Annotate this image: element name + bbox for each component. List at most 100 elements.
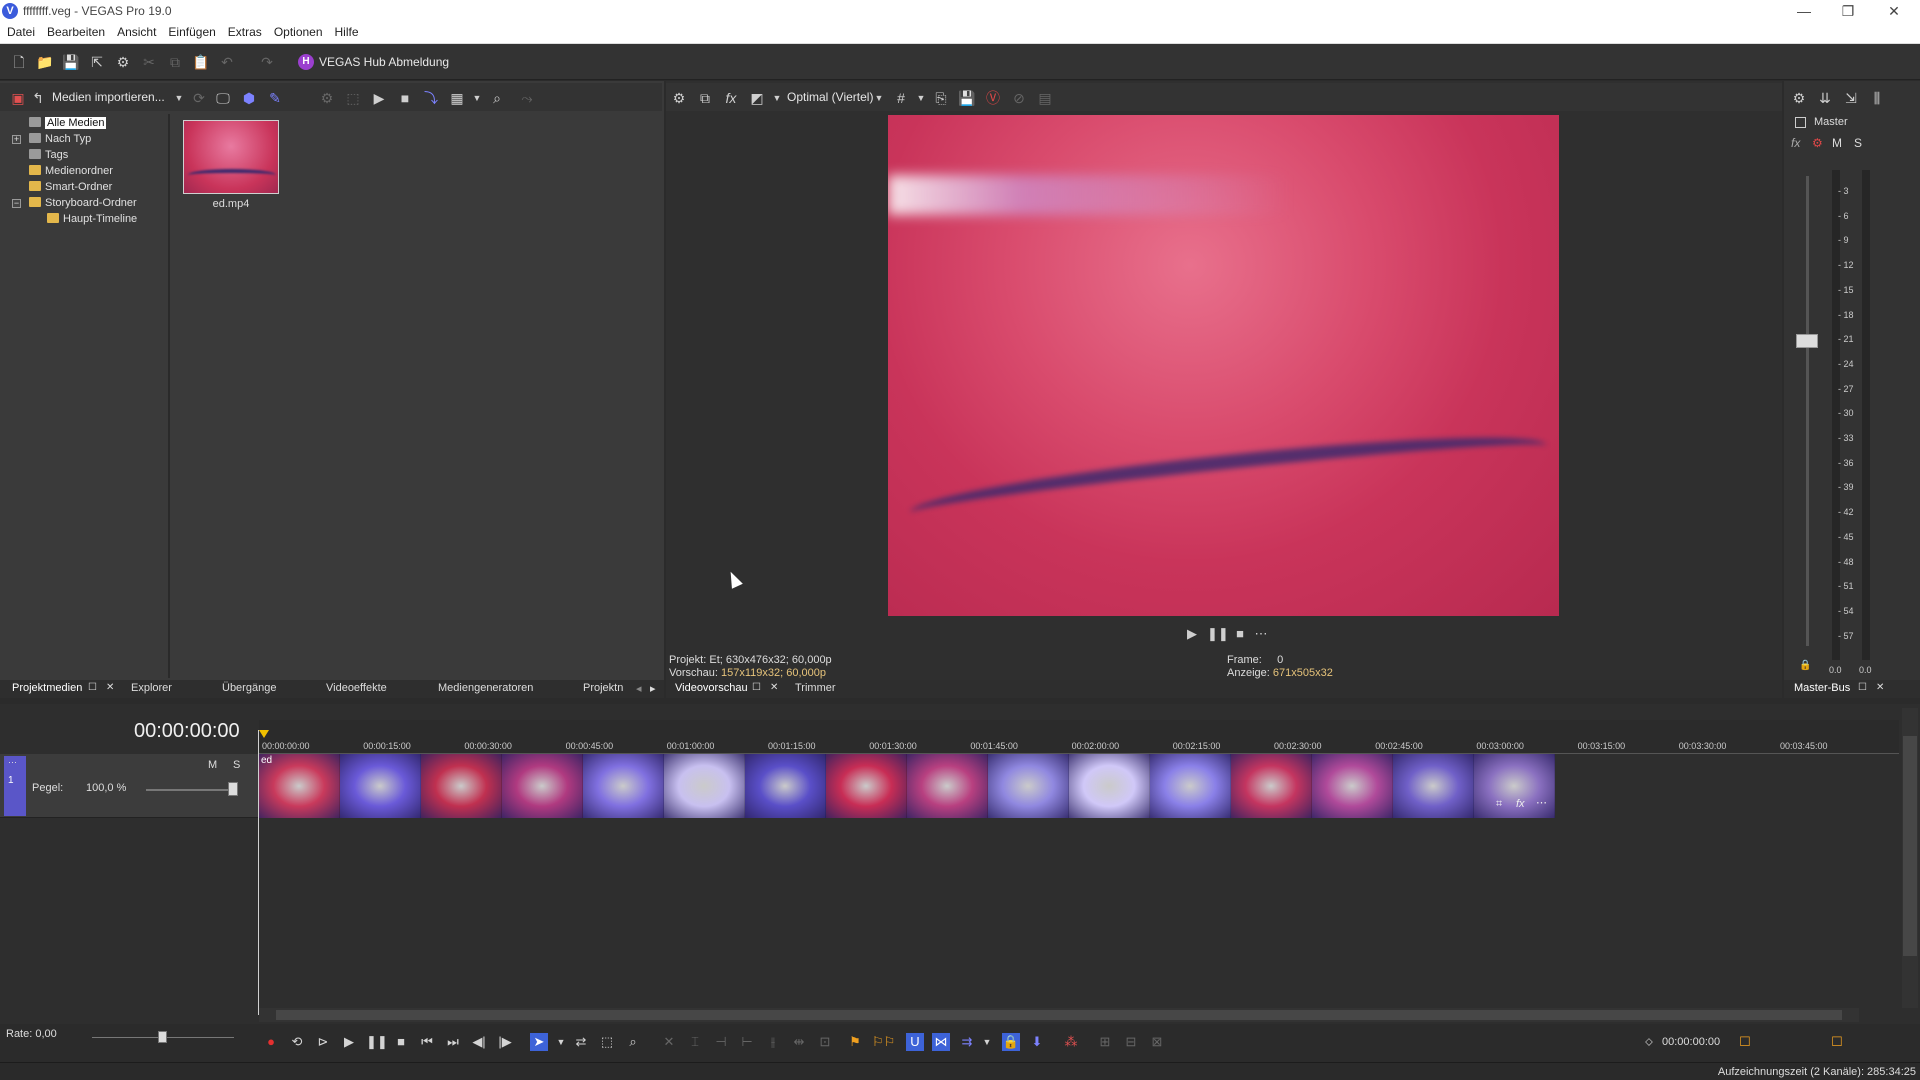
preview-quality-dropdown[interactable]: Optimal (Viertel) bbox=[787, 90, 873, 104]
ripple-icon[interactable]: ⇹ bbox=[790, 1033, 808, 1051]
views-chevron-down-icon[interactable]: ▼ bbox=[468, 89, 486, 107]
media-settings-icon[interactable]: ⚙ bbox=[318, 89, 336, 107]
vegas-v-icon[interactable]: Ⓥ bbox=[984, 89, 1002, 107]
clip-more-icon[interactable]: ⋯ bbox=[1536, 796, 1547, 809]
lock-envelopes-icon[interactable]: ⊡ bbox=[816, 1033, 834, 1051]
collapse-icon[interactable]: − bbox=[12, 199, 21, 208]
chevron-down-icon[interactable]: ▼ bbox=[170, 89, 188, 107]
media-view-icon[interactable]: ↰ bbox=[29, 89, 47, 107]
normal-edit-tool-icon[interactable]: ➤ bbox=[530, 1033, 548, 1051]
external-monitor-icon[interactable]: ⧉ bbox=[696, 89, 714, 107]
selection-tool-icon[interactable]: ⬚ bbox=[598, 1033, 616, 1051]
render-icon[interactable]: ⇱ bbox=[88, 53, 106, 71]
video-clip[interactable] bbox=[259, 754, 1555, 818]
play-icon[interactable]: ▶ bbox=[340, 1033, 358, 1051]
split-screen-icon[interactable]: ◩ bbox=[748, 89, 766, 107]
split-icon[interactable]: ⫲ bbox=[764, 1033, 782, 1051]
capture-icon[interactable]: ⟳ bbox=[190, 89, 208, 107]
media-play-icon[interactable]: ▶ bbox=[370, 89, 388, 107]
track-solo-button[interactable]: S bbox=[233, 759, 240, 771]
pegel-slider-handle[interactable] bbox=[228, 782, 238, 796]
zoom-tool-icon[interactable]: ⌕ bbox=[624, 1033, 642, 1051]
downmix-icon[interactable]: ⇊ bbox=[1816, 89, 1834, 107]
disabled-tool-a-icon[interactable]: ⊞ bbox=[1096, 1033, 1114, 1051]
timeline-hscroll-thumb[interactable] bbox=[276, 1010, 1842, 1020]
save-snapshot-icon[interactable]: 💾 bbox=[958, 89, 976, 107]
menu-einfuegen[interactable]: Einfügen bbox=[161, 22, 220, 39]
save-icon[interactable]: 💾 bbox=[62, 53, 80, 71]
restore-button[interactable]: ❐ bbox=[1830, 1, 1866, 21]
media-more-icon[interactable]: ⤳ bbox=[518, 89, 536, 107]
tab-trimmer[interactable]: Trimmer bbox=[795, 682, 836, 694]
tab-videoeffekte[interactable]: Videoeffekte bbox=[326, 682, 387, 694]
master-fx-icon[interactable]: fx bbox=[1791, 136, 1800, 150]
edit-tool-chevron-down-icon[interactable]: ▼ bbox=[552, 1033, 570, 1051]
playhead-marker-icon[interactable] bbox=[259, 730, 269, 738]
preview-pause-icon[interactable]: ❚❚ bbox=[1207, 625, 1229, 643]
ripple-chevron-down-icon[interactable]: ▼ bbox=[978, 1033, 996, 1051]
delete-icon[interactable]: ✕ bbox=[660, 1033, 678, 1051]
close-tab-icon[interactable]: ✕ bbox=[770, 682, 778, 693]
master-solo-button[interactable]: S bbox=[1854, 136, 1862, 150]
tab-projektnotizen[interactable]: Projektn bbox=[583, 682, 623, 694]
pause-icon[interactable]: ❚❚ bbox=[366, 1033, 388, 1051]
preview-stop-icon[interactable]: ■ bbox=[1231, 625, 1249, 643]
views-icon[interactable]: ▦ bbox=[448, 89, 466, 107]
timeline-vscroll-thumb[interactable] bbox=[1903, 736, 1917, 956]
tab-scroll-left-icon[interactable]: ◂ bbox=[636, 682, 642, 695]
media-fx-icon[interactable]: ⬢ bbox=[240, 89, 258, 107]
stop-icon[interactable]: ■ bbox=[392, 1033, 410, 1051]
go-to-start-icon[interactable]: ⏮ bbox=[418, 1033, 436, 1051]
tree-item-smart-ordner[interactable]: Smart-Ordner bbox=[29, 181, 112, 193]
trim-end-icon[interactable]: ⊢ bbox=[738, 1033, 756, 1051]
tree-item-tags[interactable]: Tags bbox=[29, 149, 68, 161]
redo-icon[interactable]: ↷ bbox=[258, 53, 276, 71]
tab-projektmedien[interactable]: Projektmedien bbox=[12, 682, 82, 694]
tree-item-haupt-timeline[interactable]: Haupt-Timeline bbox=[47, 213, 137, 225]
next-frame-icon[interactable]: |▶ bbox=[496, 1033, 514, 1051]
pegel-slider-track[interactable] bbox=[146, 789, 238, 791]
timeline-timecode[interactable]: 00:00:00:00 bbox=[134, 720, 240, 743]
tab-master-bus[interactable]: Master-Bus bbox=[1794, 682, 1850, 694]
trim-start-icon[interactable]: ⊣ bbox=[712, 1033, 730, 1051]
get-media-icon[interactable]: 🖵 bbox=[214, 89, 232, 107]
previous-frame-icon[interactable]: ◀| bbox=[470, 1033, 488, 1051]
vegas-hub-logout-button[interactable]: VEGAS Hub Abmeldung bbox=[319, 55, 449, 69]
preview-more-icon[interactable]: ⋯ bbox=[1252, 625, 1270, 643]
go-to-end-icon[interactable]: ⏭ bbox=[444, 1033, 462, 1051]
rate-slider-handle[interactable] bbox=[158, 1031, 167, 1043]
overlays-grid-icon[interactable]: # bbox=[892, 89, 910, 107]
tab-scroll-right-icon[interactable]: ▸ bbox=[650, 682, 656, 695]
master-lock-icon[interactable]: 🔒 bbox=[1799, 660, 1811, 671]
properties-gear-icon[interactable]: ⚙ bbox=[114, 53, 132, 71]
menu-bearbeiten[interactable]: Bearbeiten bbox=[40, 22, 110, 39]
copy-snapshot-icon[interactable]: ⎘ bbox=[932, 89, 950, 107]
preview-settings-gear-icon[interactable]: ⚙ bbox=[670, 89, 688, 107]
dim-output-icon[interactable]: ⇲ bbox=[1842, 89, 1860, 107]
close-button[interactable]: ✕ bbox=[1876, 1, 1912, 21]
tree-item-medienordner[interactable]: Medienordner bbox=[29, 165, 113, 177]
auto-crossfade-icon[interactable]: ⋈ bbox=[932, 1033, 950, 1051]
undock-icon[interactable]: ☐ bbox=[752, 682, 761, 693]
ignore-grouping-icon[interactable]: ⬇ bbox=[1028, 1033, 1046, 1051]
close-tab-icon[interactable]: ✕ bbox=[1876, 682, 1884, 693]
cut-icon[interactable]: ✂ bbox=[140, 53, 158, 71]
menu-ansicht[interactable]: Ansicht bbox=[110, 22, 161, 39]
snapping-icon[interactable]: U bbox=[906, 1033, 924, 1051]
record-button[interactable]: ● bbox=[262, 1033, 280, 1051]
envelope-tool-icon[interactable]: ⇄ bbox=[572, 1033, 590, 1051]
color-match-icon[interactable]: ⁂ bbox=[1062, 1033, 1080, 1051]
disabled-fx-icon[interactable]: ⊘ bbox=[1010, 89, 1028, 107]
overlays-chevron-down-icon[interactable]: ▼ bbox=[912, 89, 930, 107]
disabled-tool-icon[interactable]: ▤ bbox=[1036, 89, 1054, 107]
media-thumbnail[interactable] bbox=[183, 120, 279, 194]
media-clean-icon[interactable]: ⬚ bbox=[344, 89, 362, 107]
auto-preview-icon[interactable]: ⤵ bbox=[422, 89, 440, 107]
video-fx-icon[interactable]: fx bbox=[722, 89, 740, 107]
master-mute-button[interactable]: M bbox=[1832, 136, 1842, 150]
video-preview-frame[interactable] bbox=[888, 115, 1559, 616]
search-icon[interactable]: ⌕ bbox=[488, 89, 506, 107]
disabled-tool-c-icon[interactable]: ⊠ bbox=[1148, 1033, 1166, 1051]
insert-marker-icon[interactable]: ⚑ bbox=[846, 1033, 864, 1051]
menu-optionen[interactable]: Optionen bbox=[267, 22, 328, 39]
